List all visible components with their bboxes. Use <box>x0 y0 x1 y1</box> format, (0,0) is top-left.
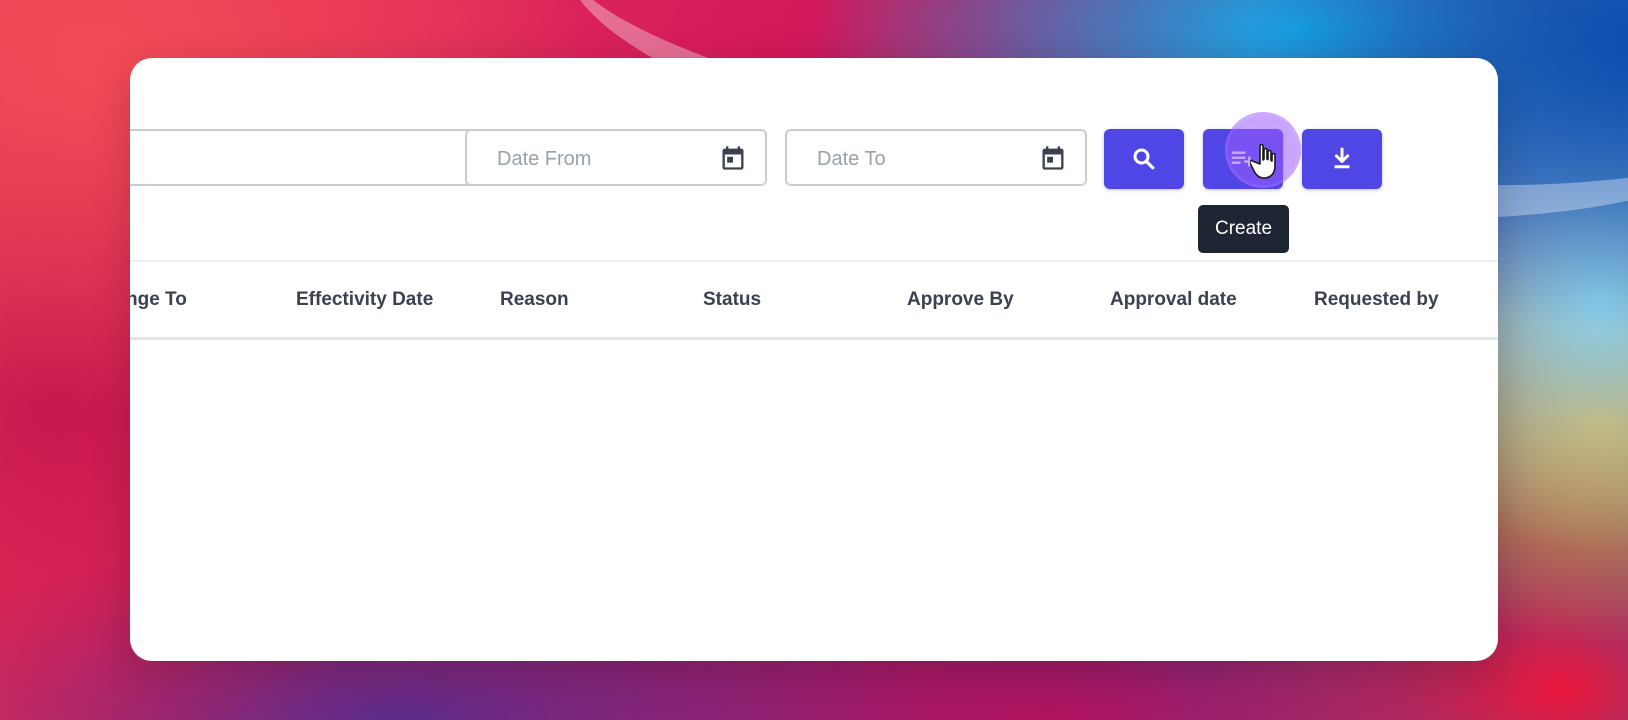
column-header-status[interactable]: Status <box>703 289 761 311</box>
date-to-input[interactable] <box>815 145 1019 173</box>
column-header-requested-by[interactable]: Requested by <box>1314 289 1439 311</box>
date-to-field[interactable] <box>785 129 1087 186</box>
table-body <box>130 340 1498 661</box>
create-tooltip: Create <box>1198 205 1289 253</box>
filter-toolbar: Create <box>130 58 1498 258</box>
column-header-reason[interactable]: Reason <box>500 289 569 311</box>
table-header: nge To Effectivity Date Reason Status Ap… <box>130 260 1498 340</box>
hand-cursor-icon <box>1250 143 1276 179</box>
main-panel: Create nge To Effectivity Date Reason St… <box>130 58 1498 661</box>
column-header-approval-date[interactable]: Approval date <box>1110 289 1237 311</box>
column-header-change-to[interactable]: nge To <box>130 289 187 311</box>
download-icon <box>1334 147 1350 169</box>
date-from-field[interactable] <box>465 129 767 186</box>
calendar-icon[interactable] <box>1039 144 1067 172</box>
column-header-effectivity-date[interactable]: Effectivity Date <box>296 289 433 311</box>
search-button[interactable] <box>1104 129 1184 189</box>
calendar-icon[interactable] <box>719 144 747 172</box>
download-button[interactable] <box>1302 129 1382 189</box>
date-from-input[interactable] <box>495 145 699 173</box>
search-icon <box>1133 148 1155 170</box>
column-header-approve-by[interactable]: Approve By <box>907 289 1014 311</box>
